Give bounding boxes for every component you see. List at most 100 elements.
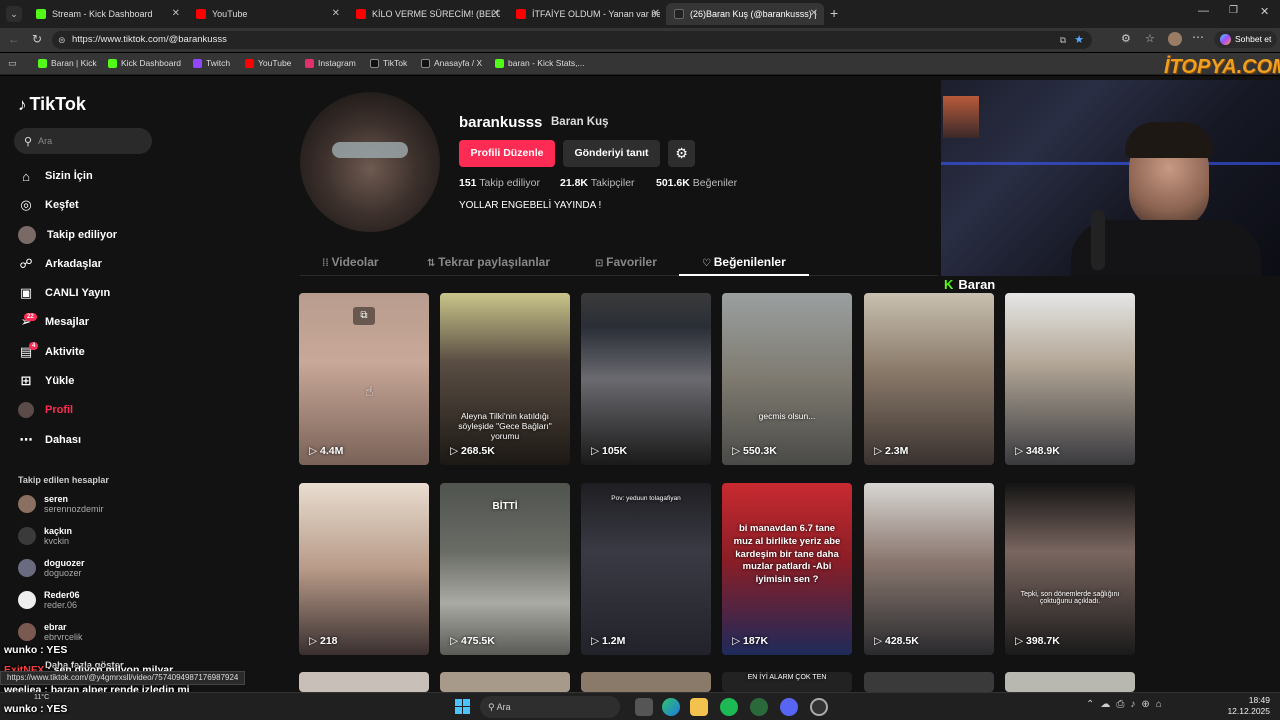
sidebar-item-for-you[interactable]: ⌂ Sizin İçin (18, 168, 93, 184)
tab-video-itfaiye[interactable]: İTFAİYE OLDUM - Yanan var beyle ✕ (508, 3, 666, 25)
new-tab-icon[interactable]: + (830, 5, 838, 21)
close-icon[interactable]: ✕ (172, 8, 180, 19)
tab-liked[interactable]: ♡ Beğenilenler (702, 255, 786, 269)
refresh-icon[interactable]: ↻ (32, 32, 42, 46)
task-view-icon[interactable] (635, 698, 653, 716)
search-input[interactable]: ⚲ Ara (14, 128, 152, 154)
video-card[interactable]: Aleyna Tilki'nin katıldığı söyleşide "Ge… (440, 293, 570, 465)
video-card[interactable] (864, 672, 994, 692)
close-icon[interactable]: ✕ (492, 8, 500, 19)
star-icon[interactable]: ★ (1074, 31, 1084, 49)
close-icon[interactable]: ✕ (332, 8, 340, 19)
sidebar-item-upload[interactable]: ⊞ Yükle (18, 373, 75, 389)
video-card[interactable]: gecmis olsun... ▷ 550.3K (722, 293, 852, 465)
copilot-button[interactable]: Sohbet et (1214, 31, 1278, 48)
close-icon[interactable]: ✕ (810, 8, 818, 19)
following-account[interactable]: ebrar ebrvrcelik (18, 622, 83, 642)
weather-widget[interactable]: 11°C (34, 694, 49, 701)
maximize-icon[interactable]: ❐ (1229, 5, 1238, 16)
pip-icon[interactable]: ⧉ (353, 307, 375, 325)
discord-icon[interactable] (780, 698, 798, 716)
video-card[interactable]: EN İYİ ALARM ÇOK TEN (722, 672, 852, 692)
start-button[interactable] (455, 699, 470, 714)
video-card[interactable] (581, 672, 711, 692)
minimize-icon[interactable]: — (1198, 5, 1209, 17)
video-card[interactable] (299, 672, 429, 692)
promote-post-button[interactable]: Gönderiyi tanıt (563, 140, 660, 167)
sidebar-item-friends[interactable]: ☍ Arkadaşlar (18, 256, 101, 272)
video-card[interactable] (440, 672, 570, 692)
sidebar-item-explore[interactable]: ◎ Keşfet (18, 197, 78, 213)
video-card[interactable]: Pov: yeduun tolagafiyan ▷ 1.2M (581, 483, 711, 655)
url-field[interactable]: ⊜ https://www.tiktok.com/@barankusss ⧉ ★ (52, 31, 1092, 49)
tab-tiktok-profile[interactable]: (26)Baran Kuş (@barankusss) | TikT ✕ (666, 3, 824, 25)
spotify-icon[interactable] (720, 698, 738, 716)
following-account[interactable]: seren serennozdemir (18, 494, 104, 514)
edge-icon[interactable] (662, 698, 680, 716)
reading-list-icon[interactable]: ▭ (8, 58, 17, 69)
split-screen-icon[interactable]: ⧉ (1060, 31, 1066, 49)
sidebar-item-more[interactable]: ⋯ Dahası (18, 432, 82, 448)
edit-profile-button[interactable]: Profili Düzenle (459, 140, 555, 167)
bookmark-kick-dashboard[interactable]: Kick Dashboard (108, 58, 181, 68)
bookmark-youtube[interactable]: YouTube (245, 58, 291, 68)
obs-icon[interactable] (810, 698, 828, 716)
following-account[interactable]: doguozer doguozer (18, 558, 85, 578)
bookmark-x[interactable]: Anasayfa / X (421, 58, 482, 68)
youtube-icon (516, 9, 526, 19)
sidebar-item-live[interactable]: ▣ CANLI Yayın (18, 285, 110, 301)
instagram-icon (305, 58, 314, 68)
stat-following[interactable]: 151 Takip ediliyor (459, 177, 540, 189)
view-count: ▷ 218 (309, 635, 338, 647)
video-card[interactable]: Tepki, son dönemlerde sağlığını çoktuğun… (1005, 483, 1135, 655)
sidebar-item-following[interactable]: Takip ediliyor (18, 226, 117, 244)
video-card[interactable] (1005, 672, 1135, 692)
bookmark-instagram[interactable]: Instagram (305, 58, 356, 68)
search-icon: ⚲ (24, 135, 33, 148)
bookmark-twitch[interactable]: Twitch (193, 58, 230, 68)
tab-kick-dashboard[interactable]: Stream - Kick Dashboard ✕ (28, 3, 186, 25)
sidebar-item-label: Takip ediliyor (47, 229, 118, 241)
bookmark-tiktok[interactable]: TikTok (370, 58, 407, 68)
tab-youtube[interactable]: YouTube ✕ (188, 3, 346, 25)
following-account[interactable]: Reder06 reder.06 (18, 590, 80, 610)
clock-date[interactable]: 12.12.2025 (1216, 706, 1270, 716)
tab-reposts[interactable]: ⇅ Tekrar paylaşılanlar (427, 255, 550, 269)
taskbar-search[interactable]: ⚲ Ara (480, 696, 620, 718)
video-card[interactable]: ▷ 105K (581, 293, 711, 465)
close-icon[interactable]: ✕ (652, 8, 660, 19)
tab-list-menu-icon[interactable]: ⌄ (6, 6, 22, 22)
video-card[interactable]: BİTTİ ▷ 475.5K (440, 483, 570, 655)
video-card[interactable]: ▷ 348.9K (1005, 293, 1135, 465)
tab-video-belgesel[interactable]: KİLO VERME SÜRECİM! (BELGESEL) ✕ (348, 3, 506, 25)
close-window-icon[interactable]: ✕ (1260, 5, 1269, 18)
video-card[interactable]: ⧉ ▷ 4.4M (299, 293, 429, 465)
back-icon[interactable]: ← (8, 32, 20, 46)
favorites-icon[interactable]: ☆ (1145, 32, 1155, 45)
clock-time[interactable]: 18:49 (1226, 695, 1270, 705)
sidebar-item-profile[interactable]: Profil (18, 402, 73, 418)
sidebar-item-label: CANLI Yayın (45, 287, 111, 299)
avatar[interactable] (1168, 32, 1182, 46)
site-info-icon[interactable]: ⊜ (58, 31, 66, 49)
tab-videos[interactable]: ⁞⁞ Videolar (322, 255, 379, 269)
video-card[interactable]: bi manavdan 6.7 tane muz al birlikte yer… (722, 483, 852, 655)
video-card[interactable]: ▷ 218 (299, 483, 429, 655)
bookmark-kick-stats[interactable]: baran - Kick Stats,... (495, 58, 585, 68)
tray-icons[interactable]: ⌃☁⎙♪⊕⌂ (1086, 699, 1168, 710)
settings-button[interactable]: ⚙ (668, 140, 695, 167)
file-explorer-icon[interactable] (690, 698, 708, 716)
video-card[interactable]: ▷ 428.5K (864, 483, 994, 655)
bookmark-label: YouTube (258, 58, 292, 68)
sidebar-item-activity[interactable]: ▤ Aktivite (18, 344, 85, 360)
more-menu-icon[interactable]: ⋯ (1192, 30, 1204, 44)
video-card[interactable]: ▷ 2.3M (864, 293, 994, 465)
account-handle: ebrvrcelik (44, 632, 83, 642)
following-account[interactable]: kaçkın kvckin (18, 526, 72, 546)
app-icon[interactable] (750, 698, 768, 716)
bookmark-baran-kick[interactable]: Baran | Kick (38, 58, 97, 68)
stat-followers[interactable]: 21.8K Takipçiler (560, 177, 635, 189)
extensions-icon[interactable]: ⚙ (1121, 32, 1131, 45)
tab-favorites[interactable]: ⊡ Favoriler (595, 255, 657, 269)
tiktok-logo[interactable]: ♪ TikTok (18, 94, 86, 115)
